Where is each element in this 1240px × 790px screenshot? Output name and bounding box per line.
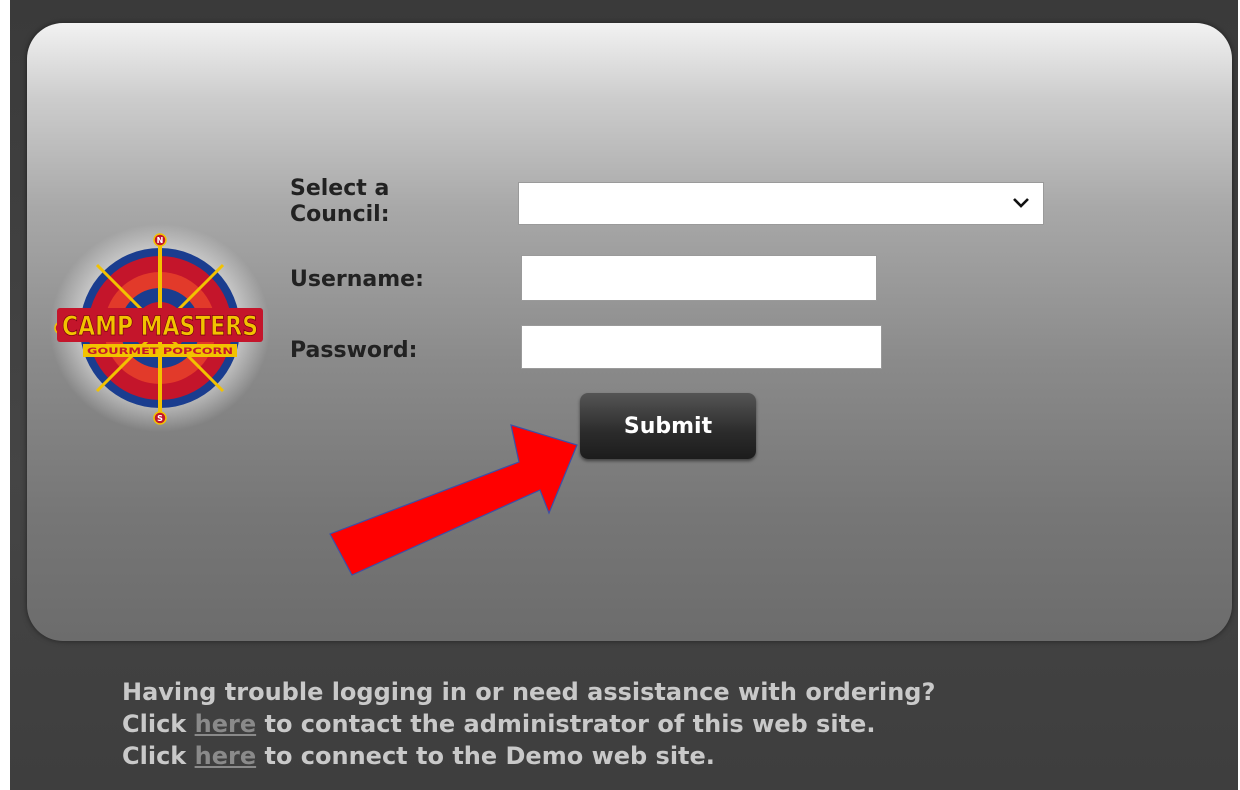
login-panel: N S E W CAMP MASTERS GOURMET POPCORN Sel… [27,23,1232,641]
help-line-1: Having trouble logging in or need assist… [122,678,936,706]
username-label: Username: [290,267,424,292]
help-text: Having trouble logging in or need assist… [122,676,1222,772]
council-select[interactable] [518,182,1044,225]
help-line-3-prefix: Click [122,742,187,770]
demo-site-link[interactable]: here [195,742,256,770]
logo-text-sub: GOURMET POPCORN [87,347,233,357]
help-line-2-suffix: to contact the administrator of this web… [264,710,876,738]
council-label-line1: Select a [290,176,390,201]
username-field[interactable] [521,255,877,301]
password-label: Password: [290,338,418,363]
help-line-3: Click here to connect to the Demo web si… [122,740,1222,772]
contact-admin-link[interactable]: here [195,710,256,738]
chevron-down-icon [1013,198,1029,208]
compass-n: N [157,236,164,245]
camp-masters-logo: N S E W CAMP MASTERS GOURMET POPCORN [50,224,270,432]
submit-button[interactable]: Submit [580,393,756,459]
red-arrow-icon [329,424,578,576]
help-line-3-suffix: to connect to the Demo web site. [264,742,715,770]
help-line-2: Click here to contact the administrator … [122,708,1222,740]
council-label-line2: Council: [290,202,390,227]
council-label: Select a Council: [290,176,390,228]
logo-text-main: CAMP MASTERS [62,311,258,342]
password-field[interactable] [521,325,882,369]
compass-s: S [157,414,163,423]
help-line-2-prefix: Click [122,710,187,738]
